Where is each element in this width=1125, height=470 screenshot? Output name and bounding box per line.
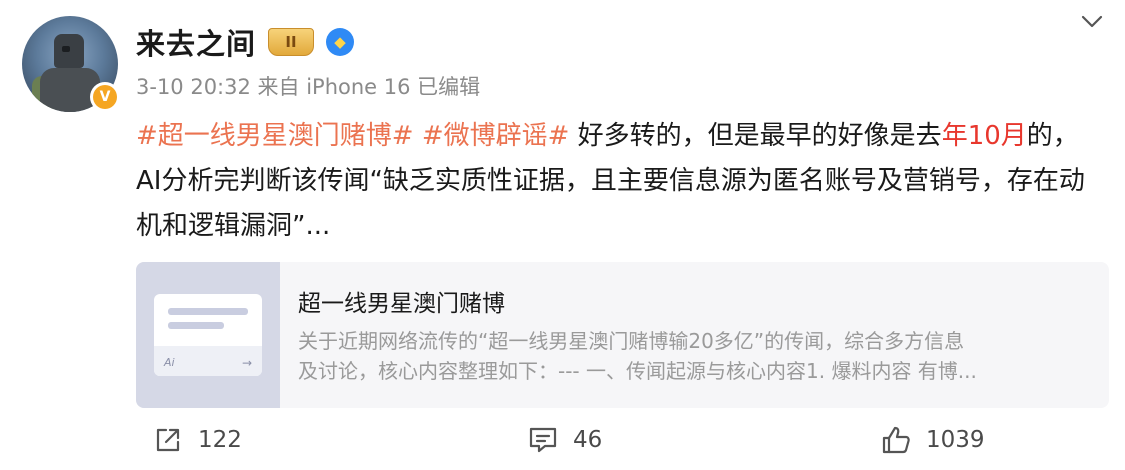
comment-count: 46 (573, 427, 603, 453)
thumb-footer: Ai → (154, 346, 262, 376)
avatar-robot-eye (62, 46, 70, 52)
blue-v-icon[interactable]: ◆ (326, 28, 355, 56)
user-header: 来去之间 II ◆ (136, 20, 355, 64)
card-title: 超一线男星澳门赌博 (298, 291, 505, 317)
card-summary-line: 关于近期网络流传的“超一线男星澳门赌博输20多亿”的传闻，综合多方信息 (298, 329, 965, 353)
card-summary: 关于近期网络流传的“超一线男星澳门赌博输20多亿”的传闻，综合多方信息 及讨论，… (298, 326, 1084, 386)
verified-badge-icon: V (90, 82, 120, 112)
repost-count: 122 (198, 427, 242, 453)
arrow-right-icon: → (241, 356, 252, 370)
hashtag-link[interactable]: #超一线男星澳门赌博# (136, 121, 414, 151)
link-card[interactable]: Ai → 超一线男星澳门赌博 关于近期网络流传的“超一线男星澳门赌博输20多亿”… (136, 262, 1109, 408)
thumb-document: Ai → (154, 294, 262, 376)
repost-icon (156, 428, 180, 452)
like-button[interactable]: 1039 (880, 424, 985, 456)
comment-icon (529, 427, 557, 453)
username[interactable]: 来去之间 (136, 21, 256, 63)
repost-button[interactable]: 122 (152, 424, 242, 456)
thumb-line (168, 308, 248, 315)
post-text-segment: 好多转的，但是最早的好像是去 (569, 121, 942, 151)
comment-button[interactable]: 46 (527, 424, 602, 456)
hashtag-link[interactable]: #微博辟谣# (422, 121, 570, 151)
card-thumbnail: Ai → (136, 262, 280, 408)
thumbs-up-icon (882, 426, 910, 454)
vip-level: II (268, 28, 315, 56)
chevron-down-icon[interactable] (1079, 8, 1105, 34)
post-text: #超一线男星澳门赌博# #微博辟谣# 好多转的，但是最早的好像是去年10月的，A… (136, 114, 1104, 249)
card-summary-line: 及讨论，核心内容整理如下：--- 一、传闻起源与核心内容1. 爆料内容 有博..… (298, 359, 977, 383)
vip-crown-icon[interactable]: II (268, 28, 315, 56)
post-text-highlight: 年10月 (941, 121, 1027, 151)
post-meta: 3-10 20:32 来自 iPhone 16 已编辑 (136, 75, 481, 99)
like-count: 1039 (926, 427, 985, 453)
ai-label: Ai (164, 356, 175, 369)
thumb-line (168, 322, 224, 329)
